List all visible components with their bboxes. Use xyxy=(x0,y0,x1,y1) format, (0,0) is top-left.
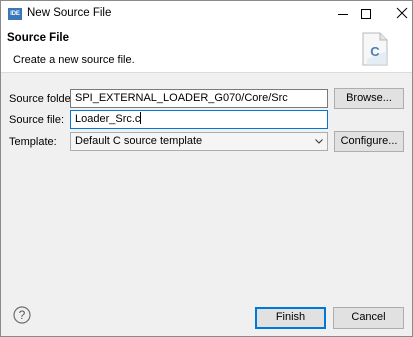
window-title: New Source File xyxy=(27,7,112,19)
template-selected-value: Default C source template xyxy=(75,135,203,147)
wizard-title: Source File xyxy=(7,32,69,44)
title-bar[interactable]: IDE New Source File xyxy=(1,1,412,27)
c-file-icon: C xyxy=(362,32,388,66)
wizard-header: Source File Create a new source file. C xyxy=(1,27,412,73)
source-folder-input[interactable]: SPI_EXTERNAL_LOADER_G070/Core/Src xyxy=(70,89,328,108)
source-file-value: Loader_Src.c xyxy=(75,113,141,125)
configure-button[interactable]: Configure... xyxy=(334,131,404,152)
source-folder-label: Source folder: xyxy=(9,93,78,105)
maximize-button[interactable] xyxy=(343,1,389,27)
c-icon-letter: C xyxy=(370,44,380,59)
browse-button[interactable]: Browse... xyxy=(334,88,404,109)
chevron-down-icon xyxy=(315,139,323,144)
svg-text:?: ? xyxy=(19,308,26,322)
template-select[interactable]: Default C source template xyxy=(70,132,328,151)
wizard-description: Create a new source file. xyxy=(13,54,135,66)
app-icon: IDE xyxy=(8,8,22,20)
text-caret xyxy=(140,112,142,124)
source-file-input[interactable]: Loader_Src.c xyxy=(70,110,328,129)
cancel-button[interactable]: Cancel xyxy=(333,307,404,329)
help-icon[interactable]: ? xyxy=(13,306,31,324)
finish-button[interactable]: Finish xyxy=(255,307,326,329)
template-label: Template: xyxy=(9,136,57,148)
new-source-file-dialog: IDE New Source File Source File Create a… xyxy=(0,0,413,337)
source-file-label: Source file: xyxy=(9,114,65,126)
maximize-icon xyxy=(361,9,371,19)
close-icon[interactable] xyxy=(396,7,408,19)
